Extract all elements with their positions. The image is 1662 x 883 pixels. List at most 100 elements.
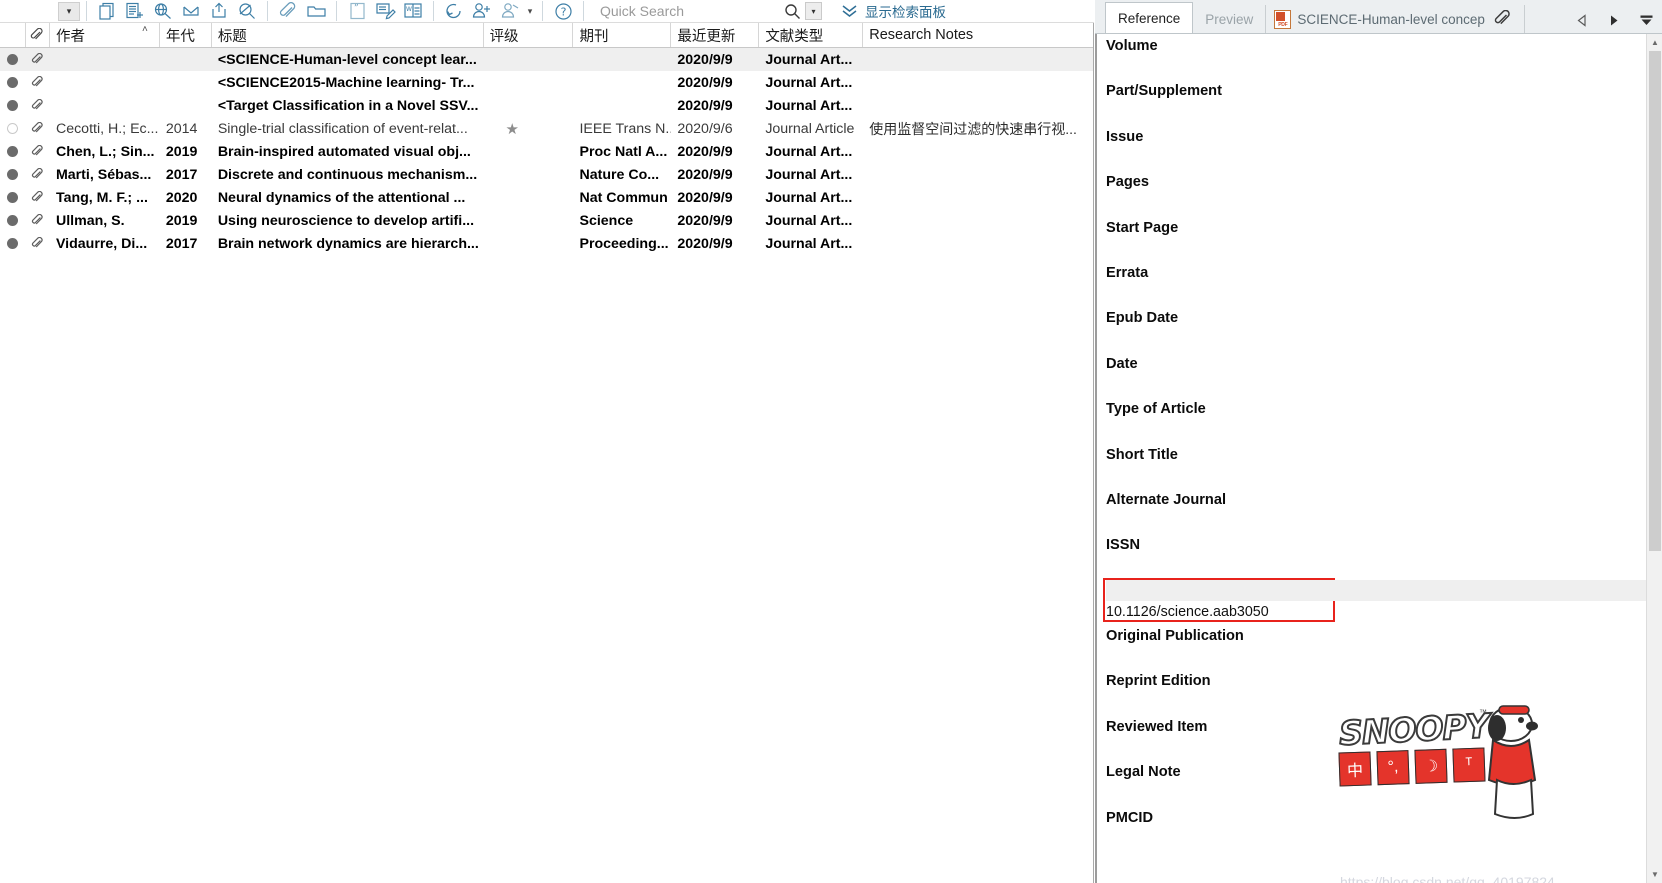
reference-field[interactable]: Original Publication bbox=[1106, 625, 1646, 670]
reference-field[interactable]: ISSN bbox=[1106, 534, 1646, 579]
attach-file-icon[interactable] bbox=[274, 0, 302, 22]
reference-field[interactable]: Short Title bbox=[1106, 444, 1646, 489]
table-row[interactable]: Tang, M. F.; ... 2020 Neural dynamics of t… bbox=[0, 186, 1093, 209]
field-value[interactable] bbox=[1106, 737, 1646, 738]
help-icon[interactable]: ? bbox=[549, 0, 577, 22]
online-search-icon[interactable] bbox=[149, 0, 177, 22]
attachment-cell[interactable] bbox=[26, 121, 50, 136]
read-status-dot[interactable] bbox=[0, 215, 26, 226]
field-value[interactable] bbox=[1106, 782, 1646, 783]
table-row[interactable]: <SCIENCE2015-Machine learning- Tr... 2020… bbox=[0, 71, 1093, 94]
field-value[interactable] bbox=[1106, 419, 1646, 420]
field-value[interactable] bbox=[1106, 192, 1646, 193]
field-value[interactable] bbox=[1106, 465, 1646, 466]
reference-field[interactable]: Alternate Journal bbox=[1106, 489, 1646, 534]
import-icon[interactable] bbox=[177, 0, 205, 22]
attachment-cell[interactable] bbox=[26, 213, 50, 228]
read-status-dot[interactable] bbox=[0, 123, 26, 134]
export-icon[interactable] bbox=[205, 0, 233, 22]
reference-field[interactable]: Epub Date bbox=[1106, 307, 1646, 352]
attachment-cell[interactable] bbox=[26, 190, 50, 205]
field-value[interactable] bbox=[1106, 828, 1646, 829]
column-header-journal[interactable]: 期刊 bbox=[573, 23, 672, 47]
reference-field[interactable]: Errata bbox=[1106, 262, 1646, 307]
new-reference-icon[interactable] bbox=[121, 0, 149, 22]
read-status-dot[interactable] bbox=[0, 146, 26, 157]
field-value[interactable] bbox=[1106, 147, 1646, 148]
field-value[interactable] bbox=[1106, 374, 1646, 375]
column-header-author[interactable]: 作者 ˄ bbox=[50, 23, 160, 47]
reference-field[interactable]: Start Page bbox=[1106, 217, 1646, 262]
reference-field[interactable]: Volume bbox=[1106, 35, 1646, 80]
tab-pdf-attachment[interactable]: PDF SCIENCE-Human-level concep bbox=[1266, 5, 1525, 33]
reference-field[interactable]: Legal Note bbox=[1106, 761, 1646, 806]
table-row[interactable]: Cecotti, H.; Ec... 2014 Single-trial class… bbox=[0, 117, 1093, 140]
reference-field[interactable]: Reprint Edition bbox=[1106, 670, 1646, 715]
next-reference-button[interactable] bbox=[1608, 14, 1619, 27]
table-row[interactable]: Marti, Sébas... 2017 Discrete and continuo… bbox=[0, 163, 1093, 186]
cwyw-word-icon[interactable]: W bbox=[399, 0, 427, 22]
share-library-icon[interactable] bbox=[496, 0, 524, 22]
reference-pane-scrollbar[interactable]: ▲ ▼ bbox=[1646, 34, 1662, 883]
column-header-title[interactable]: 标题 bbox=[212, 23, 484, 47]
attachment-cell[interactable] bbox=[26, 52, 50, 67]
reference-field[interactable]: Part/Supplement bbox=[1106, 80, 1646, 125]
reference-field[interactable]: Pages bbox=[1106, 171, 1646, 216]
field-value[interactable] bbox=[1106, 328, 1646, 329]
column-header-rating[interactable]: 评级 bbox=[484, 23, 574, 47]
field-value[interactable] bbox=[1106, 555, 1646, 556]
attachment-cell[interactable] bbox=[26, 236, 50, 251]
field-value[interactable] bbox=[1106, 101, 1646, 102]
search-options-dropdown[interactable]: ▾ bbox=[805, 2, 823, 20]
field-value[interactable]: 10.1126/science.aab3050 bbox=[1106, 601, 1646, 622]
attachment-cell[interactable] bbox=[26, 167, 50, 182]
field-value[interactable] bbox=[1106, 691, 1646, 692]
read-status-dot[interactable] bbox=[0, 100, 26, 111]
table-row[interactable]: <Target Classification in a Novel SSV...… bbox=[0, 94, 1093, 117]
find-fulltext-icon[interactable] bbox=[233, 0, 261, 22]
table-row[interactable]: Chen, L.; Sin... 2019 Brain-inspired autom… bbox=[0, 140, 1093, 163]
column-header-attachment[interactable] bbox=[26, 23, 50, 47]
share-group-icon[interactable] bbox=[468, 0, 496, 22]
column-header-year[interactable]: 年代 bbox=[160, 23, 212, 47]
attachment-cell[interactable] bbox=[26, 144, 50, 159]
read-status-dot[interactable] bbox=[0, 54, 26, 65]
field-value[interactable] bbox=[1106, 56, 1646, 57]
read-status-dot[interactable] bbox=[0, 238, 26, 249]
reference-field[interactable]: Reviewed Item bbox=[1106, 716, 1646, 761]
collapse-panel-button[interactable] bbox=[1639, 14, 1654, 27]
table-row[interactable]: Ullman, S. 2019 Using neuroscience to deve… bbox=[0, 209, 1093, 232]
reference-field[interactable]: Type of Article bbox=[1106, 398, 1646, 443]
tab-preview[interactable]: Preview bbox=[1193, 5, 1267, 33]
show-search-panel-button[interactable]: 显示检索面板 bbox=[840, 1, 946, 21]
tab-reference[interactable]: Reference bbox=[1105, 2, 1194, 33]
scrollbar-thumb[interactable] bbox=[1649, 51, 1661, 551]
quick-search-label[interactable]: Quick Search bbox=[600, 3, 684, 19]
field-value[interactable] bbox=[1106, 283, 1646, 284]
read-status-dot[interactable] bbox=[0, 169, 26, 180]
column-header-ref-type[interactable]: 文献类型 bbox=[759, 23, 864, 47]
search-icon[interactable] bbox=[784, 3, 801, 20]
reference-field[interactable]: Issue bbox=[1106, 126, 1646, 171]
paperclip-icon[interactable] bbox=[1493, 9, 1512, 29]
table-row[interactable]: <SCIENCE-Human-level concept lear... 2020… bbox=[0, 48, 1093, 71]
sync-icon[interactable] bbox=[440, 0, 468, 22]
insert-citation-icon[interactable]: ” bbox=[343, 0, 371, 22]
open-folder-icon[interactable] bbox=[302, 0, 330, 22]
previous-reference-button[interactable] bbox=[1577, 14, 1588, 27]
table-row[interactable]: Vidaurre, Di... 2017 Brain network dynamic… bbox=[0, 232, 1093, 255]
read-status-dot[interactable] bbox=[0, 77, 26, 88]
share-dropdown-caret[interactable]: ▾ bbox=[524, 0, 536, 22]
attachment-cell[interactable] bbox=[26, 98, 50, 113]
column-header-research-notes[interactable]: Research Notes bbox=[863, 23, 1093, 47]
reference-field[interactable]: PMCID bbox=[1106, 807, 1646, 852]
edit-citation-icon[interactable] bbox=[371, 0, 399, 22]
read-status-dot[interactable] bbox=[0, 192, 26, 203]
attachment-cell[interactable] bbox=[26, 75, 50, 90]
style-dropdown-button[interactable]: ▾ bbox=[58, 1, 80, 21]
scroll-up-button[interactable]: ▲ bbox=[1647, 34, 1662, 51]
cell-rating[interactable]: ★ bbox=[484, 120, 574, 138]
scroll-down-button[interactable]: ▼ bbox=[1647, 866, 1662, 883]
copy-icon[interactable] bbox=[93, 0, 121, 22]
field-value[interactable] bbox=[1106, 510, 1646, 511]
